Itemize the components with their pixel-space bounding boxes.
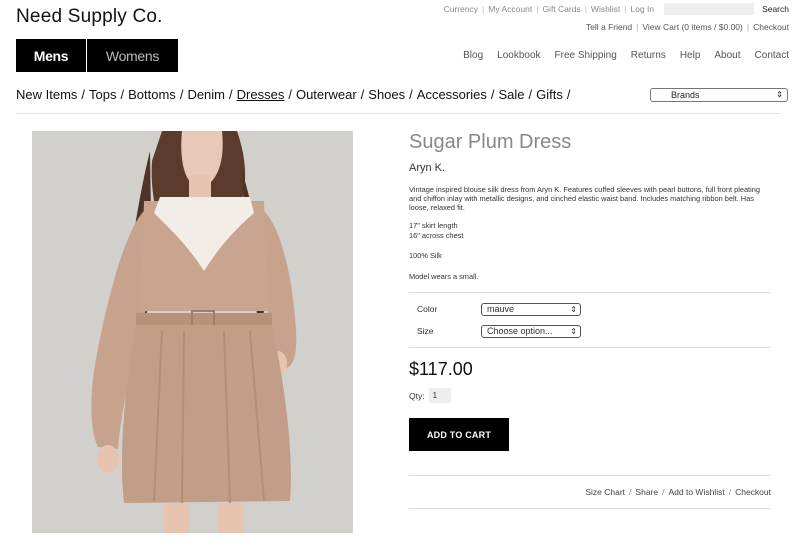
category-separator: / [288, 87, 292, 102]
category-dresses[interactable]: Dresses [237, 87, 285, 102]
spec-skirt-length: 17" skirt length [409, 221, 458, 230]
category-shoes[interactable]: Shoes [368, 87, 405, 102]
utility-link-log-in[interactable]: Log In [630, 4, 654, 14]
tell-a-friend-link[interactable]: Tell a Friend [586, 22, 632, 32]
category-accessories[interactable]: Accessories [417, 87, 487, 102]
product-brand[interactable]: Aryn K. [409, 162, 771, 174]
option-label-size: Size [417, 326, 434, 336]
product-info: Sugar Plum Dress Aryn K. Vintage inspire… [409, 131, 771, 509]
view-cart-link[interactable]: View Cart (0 items / $0.00) [642, 22, 742, 32]
select-arrow-icon: ⇕ [570, 326, 577, 336]
cart-nav: Tell a Friend | View Cart (0 items / $0.… [586, 22, 789, 32]
category-separator: / [120, 87, 125, 102]
separator: | [536, 4, 539, 14]
separator: / [728, 487, 732, 497]
separator: | [482, 4, 485, 14]
separator: | [584, 4, 587, 14]
qty-label: Qty: [409, 390, 425, 401]
category-sale[interactable]: Sale [498, 87, 524, 102]
category-bottoms[interactable]: Bottoms [128, 87, 176, 102]
gender-tabs: Mens Womens [16, 39, 178, 72]
links-divider-bottom [409, 508, 771, 509]
nav-help[interactable]: Help [680, 50, 701, 61]
category-denim[interactable]: Denim [187, 87, 225, 102]
separator: | [746, 22, 750, 32]
nav-free-shipping[interactable]: Free Shipping [555, 50, 617, 61]
category-separator: / [179, 87, 184, 102]
category-gifts[interactable]: Gifts [536, 87, 563, 102]
search-button[interactable]: Search [762, 4, 789, 14]
add-to-cart-button[interactable]: ADD TO CART [409, 418, 509, 451]
product-image[interactable] [32, 131, 353, 533]
category-separator: / [81, 87, 86, 102]
model-note: Model wears a small. [409, 272, 479, 281]
product-price: $117.00 [409, 359, 473, 379]
product-specs: 17" skirt length 16" across chest [409, 221, 771, 241]
category-separator: / [528, 87, 533, 102]
quantity-row: Qty: 1 [409, 388, 771, 403]
header-divider [16, 113, 781, 114]
brands-select[interactable]: Brands ⇕ [650, 88, 788, 102]
select-arrow-icon: ⇕ [570, 304, 577, 314]
dress-model-illustration [91, 131, 297, 533]
category-nav: New Items / Tops / Bottoms / Denim / Dre… [16, 87, 571, 102]
size-select[interactable]: Choose option... ⇕ [481, 324, 581, 338]
quantity-input[interactable]: 1 [428, 388, 451, 403]
category-new-items[interactable]: New Items [16, 87, 77, 102]
search-input[interactable] [664, 3, 755, 15]
size-chart-link[interactable]: Size Chart [585, 487, 625, 497]
utility-link-wishlist[interactable]: Wishlist [591, 4, 620, 14]
category-separator: / [409, 87, 413, 102]
add-to-wishlist-link[interactable]: Add to Wishlist [668, 487, 724, 497]
checkout-link[interactable]: Checkout [735, 487, 771, 497]
color-select-value: mauve [487, 303, 515, 314]
size-select-value: Choose option... [487, 325, 553, 336]
spec-chest: 16" across chest [409, 231, 464, 240]
category-outerwear[interactable]: Outerwear [296, 87, 357, 102]
option-label-color: Color [417, 304, 438, 314]
utility-nav: Currency | My Account | Gift Cards | Wis… [444, 3, 789, 15]
nav-lookbook[interactable]: Lookbook [497, 50, 540, 61]
nav-returns[interactable]: Returns [631, 50, 666, 61]
option-row-color: Color mauve ⇕ [409, 298, 771, 320]
tab-womens[interactable]: Womens [87, 39, 178, 72]
color-select[interactable]: mauve ⇕ [481, 302, 581, 316]
product-options: Color mauve ⇕ Size Choose option... ⇕ [409, 293, 771, 347]
share-link[interactable]: Share [635, 487, 658, 497]
checkout-link[interactable]: Checkout [753, 22, 789, 32]
tab-mens[interactable]: Mens [16, 39, 86, 72]
utility-link-gift-cards[interactable]: Gift Cards [542, 4, 580, 14]
product-action-links: Size Chart / Share / Add to Wishlist / C… [409, 487, 771, 497]
separator: / [629, 487, 632, 497]
category-separator: / [229, 87, 233, 102]
separator: | [636, 22, 639, 32]
brands-select-value: Brands [671, 90, 700, 100]
nav-about[interactable]: About [714, 50, 740, 61]
options-divider-bottom [409, 347, 771, 348]
main-nav: Blog Lookbook Free Shipping Returns Help… [463, 50, 789, 61]
site-logo[interactable]: Need Supply Co. [16, 6, 163, 28]
separator: | [624, 4, 627, 14]
product-title: Sugar Plum Dress [409, 131, 572, 153]
select-arrow-icon: ⇕ [776, 90, 783, 99]
category-tops[interactable]: Tops [89, 87, 116, 102]
product-description: Vintage inspired blouse silk dress from … [409, 185, 760, 212]
category-separator: / [490, 87, 495, 102]
option-row-size: Size Choose option... ⇕ [409, 320, 771, 342]
nav-contact[interactable]: Contact [755, 50, 789, 61]
nav-blog[interactable]: Blog [463, 50, 483, 61]
category-separator: / [360, 87, 365, 102]
utility-link-my-account[interactable]: My Account [488, 4, 532, 14]
separator: / [662, 487, 665, 497]
product-material: 100% Silk [409, 251, 442, 260]
category-separator: / [566, 87, 571, 102]
utility-link-currency[interactable]: Currency [444, 4, 478, 14]
links-divider-top [409, 475, 771, 476]
